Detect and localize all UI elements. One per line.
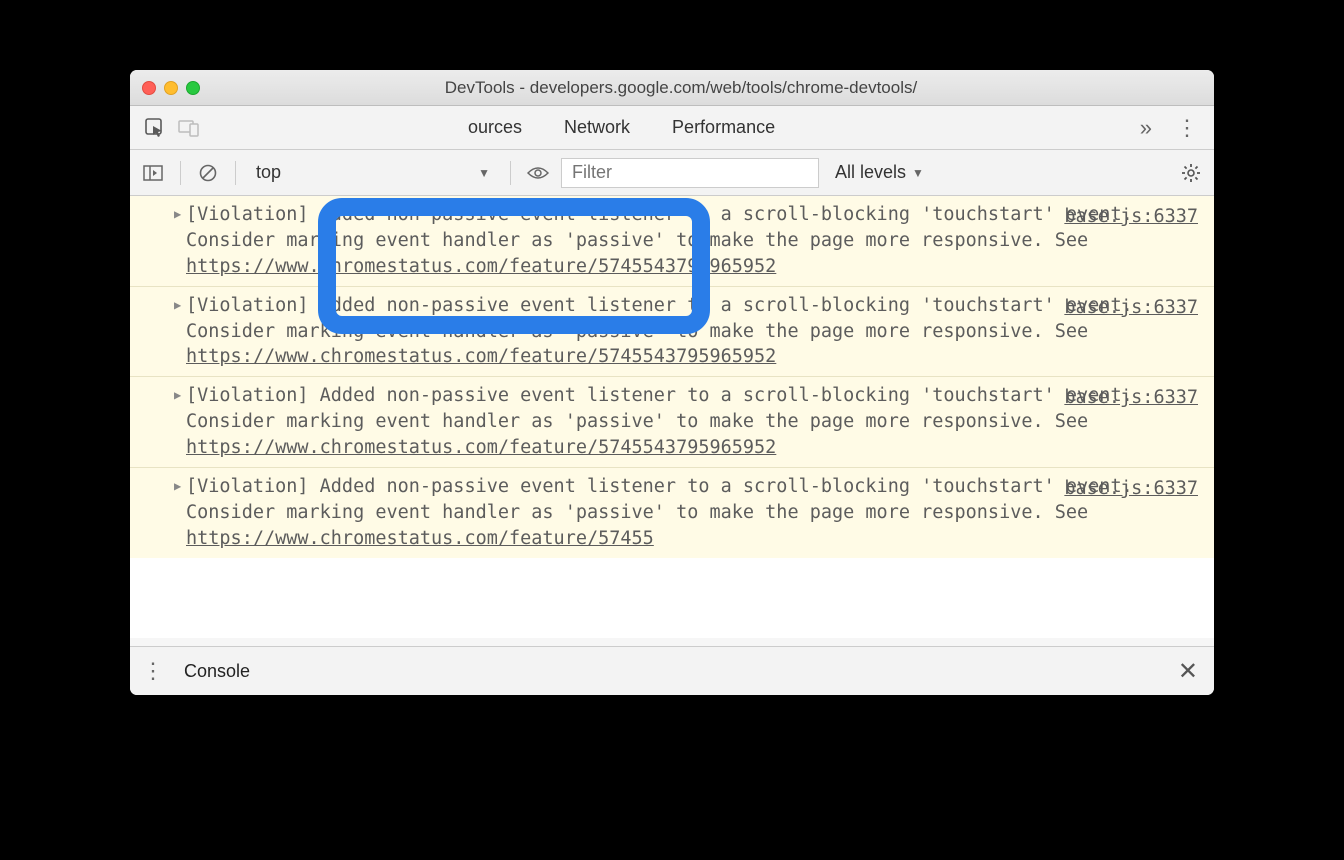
- close-window-button[interactable]: [142, 81, 156, 95]
- inspect-icon[interactable]: [138, 111, 172, 145]
- message-text: [Violation] Added non-passive event list…: [186, 202, 1198, 280]
- close-drawer-icon[interactable]: ✕: [1178, 657, 1198, 686]
- console-settings-icon[interactable]: [1174, 156, 1208, 190]
- expand-arrow-icon[interactable]: ▶: [174, 297, 181, 314]
- console-message: ▶ base.js:6337 [Violation] Added non-pas…: [130, 196, 1214, 287]
- message-source-link[interactable]: base.js:6337: [1064, 295, 1198, 321]
- divider: [180, 161, 181, 185]
- message-link[interactable]: https://www.chromestatus.com/feature/574…: [186, 528, 654, 549]
- message-source-link[interactable]: base.js:6337: [1064, 204, 1198, 230]
- drawer: ⋮ Console ✕: [130, 646, 1214, 695]
- message-source-link[interactable]: base.js:6337: [1064, 385, 1198, 411]
- devtools-window: DevTools - developers.google.com/web/too…: [130, 70, 1214, 695]
- drawer-menu-icon[interactable]: ⋮: [138, 658, 166, 684]
- panel-tabs: ources Network Performance » ⋮: [130, 106, 1214, 150]
- tab-network[interactable]: Network: [562, 108, 632, 147]
- console-message: ▶ base.js:6337 [Violation] Added non-pas…: [130, 287, 1214, 378]
- tab-performance[interactable]: Performance: [670, 108, 777, 147]
- log-levels-selector[interactable]: All levels ▼: [835, 162, 924, 183]
- device-toggle-icon[interactable]: [172, 111, 206, 145]
- filter-input[interactable]: [561, 158, 819, 188]
- context-selector[interactable]: top ▼: [246, 159, 500, 187]
- drawer-tab-console[interactable]: Console: [180, 650, 254, 693]
- expand-arrow-icon[interactable]: ▶: [174, 206, 181, 223]
- context-selector-value: top: [256, 162, 281, 183]
- toggle-sidebar-icon[interactable]: [136, 156, 170, 190]
- live-expression-icon[interactable]: [521, 156, 555, 190]
- message-source-link[interactable]: base.js:6337: [1064, 476, 1198, 502]
- chevron-down-icon: ▼: [478, 166, 490, 180]
- titlebar: DevTools - developers.google.com/web/too…: [130, 70, 1214, 106]
- console-toolbar: top ▼ All levels ▼: [130, 150, 1214, 196]
- tabs-overflow-icon[interactable]: »: [1126, 115, 1166, 141]
- message-text: [Violation] Added non-passive event list…: [186, 293, 1198, 371]
- expand-arrow-icon[interactable]: ▶: [174, 478, 181, 495]
- divider: [510, 161, 511, 185]
- window-title: DevTools - developers.google.com/web/too…: [160, 78, 1202, 98]
- console-message: ▶ base.js:6337 [Violation] Added non-pas…: [130, 468, 1214, 558]
- main-menu-icon[interactable]: ⋮: [1166, 115, 1206, 141]
- message-text: [Violation] Added non-passive event list…: [186, 474, 1198, 552]
- message-text: [Violation] Added non-passive event list…: [186, 383, 1198, 461]
- clear-console-icon[interactable]: [191, 156, 225, 190]
- chevron-down-icon: ▼: [912, 166, 924, 180]
- message-link[interactable]: https://www.chromestatus.com/feature/574…: [186, 256, 776, 277]
- expand-arrow-icon[interactable]: ▶: [174, 387, 181, 404]
- divider: [235, 161, 236, 185]
- console-messages: ▶ base.js:6337 [Violation] Added non-pas…: [130, 196, 1214, 638]
- tab-sources[interactable]: ources: [466, 108, 524, 147]
- message-link[interactable]: https://www.chromestatus.com/feature/574…: [186, 346, 776, 367]
- log-levels-label: All levels: [835, 162, 906, 183]
- console-message: ▶ base.js:6337 [Violation] Added non-pas…: [130, 377, 1214, 468]
- message-link[interactable]: https://www.chromestatus.com/feature/574…: [186, 437, 776, 458]
